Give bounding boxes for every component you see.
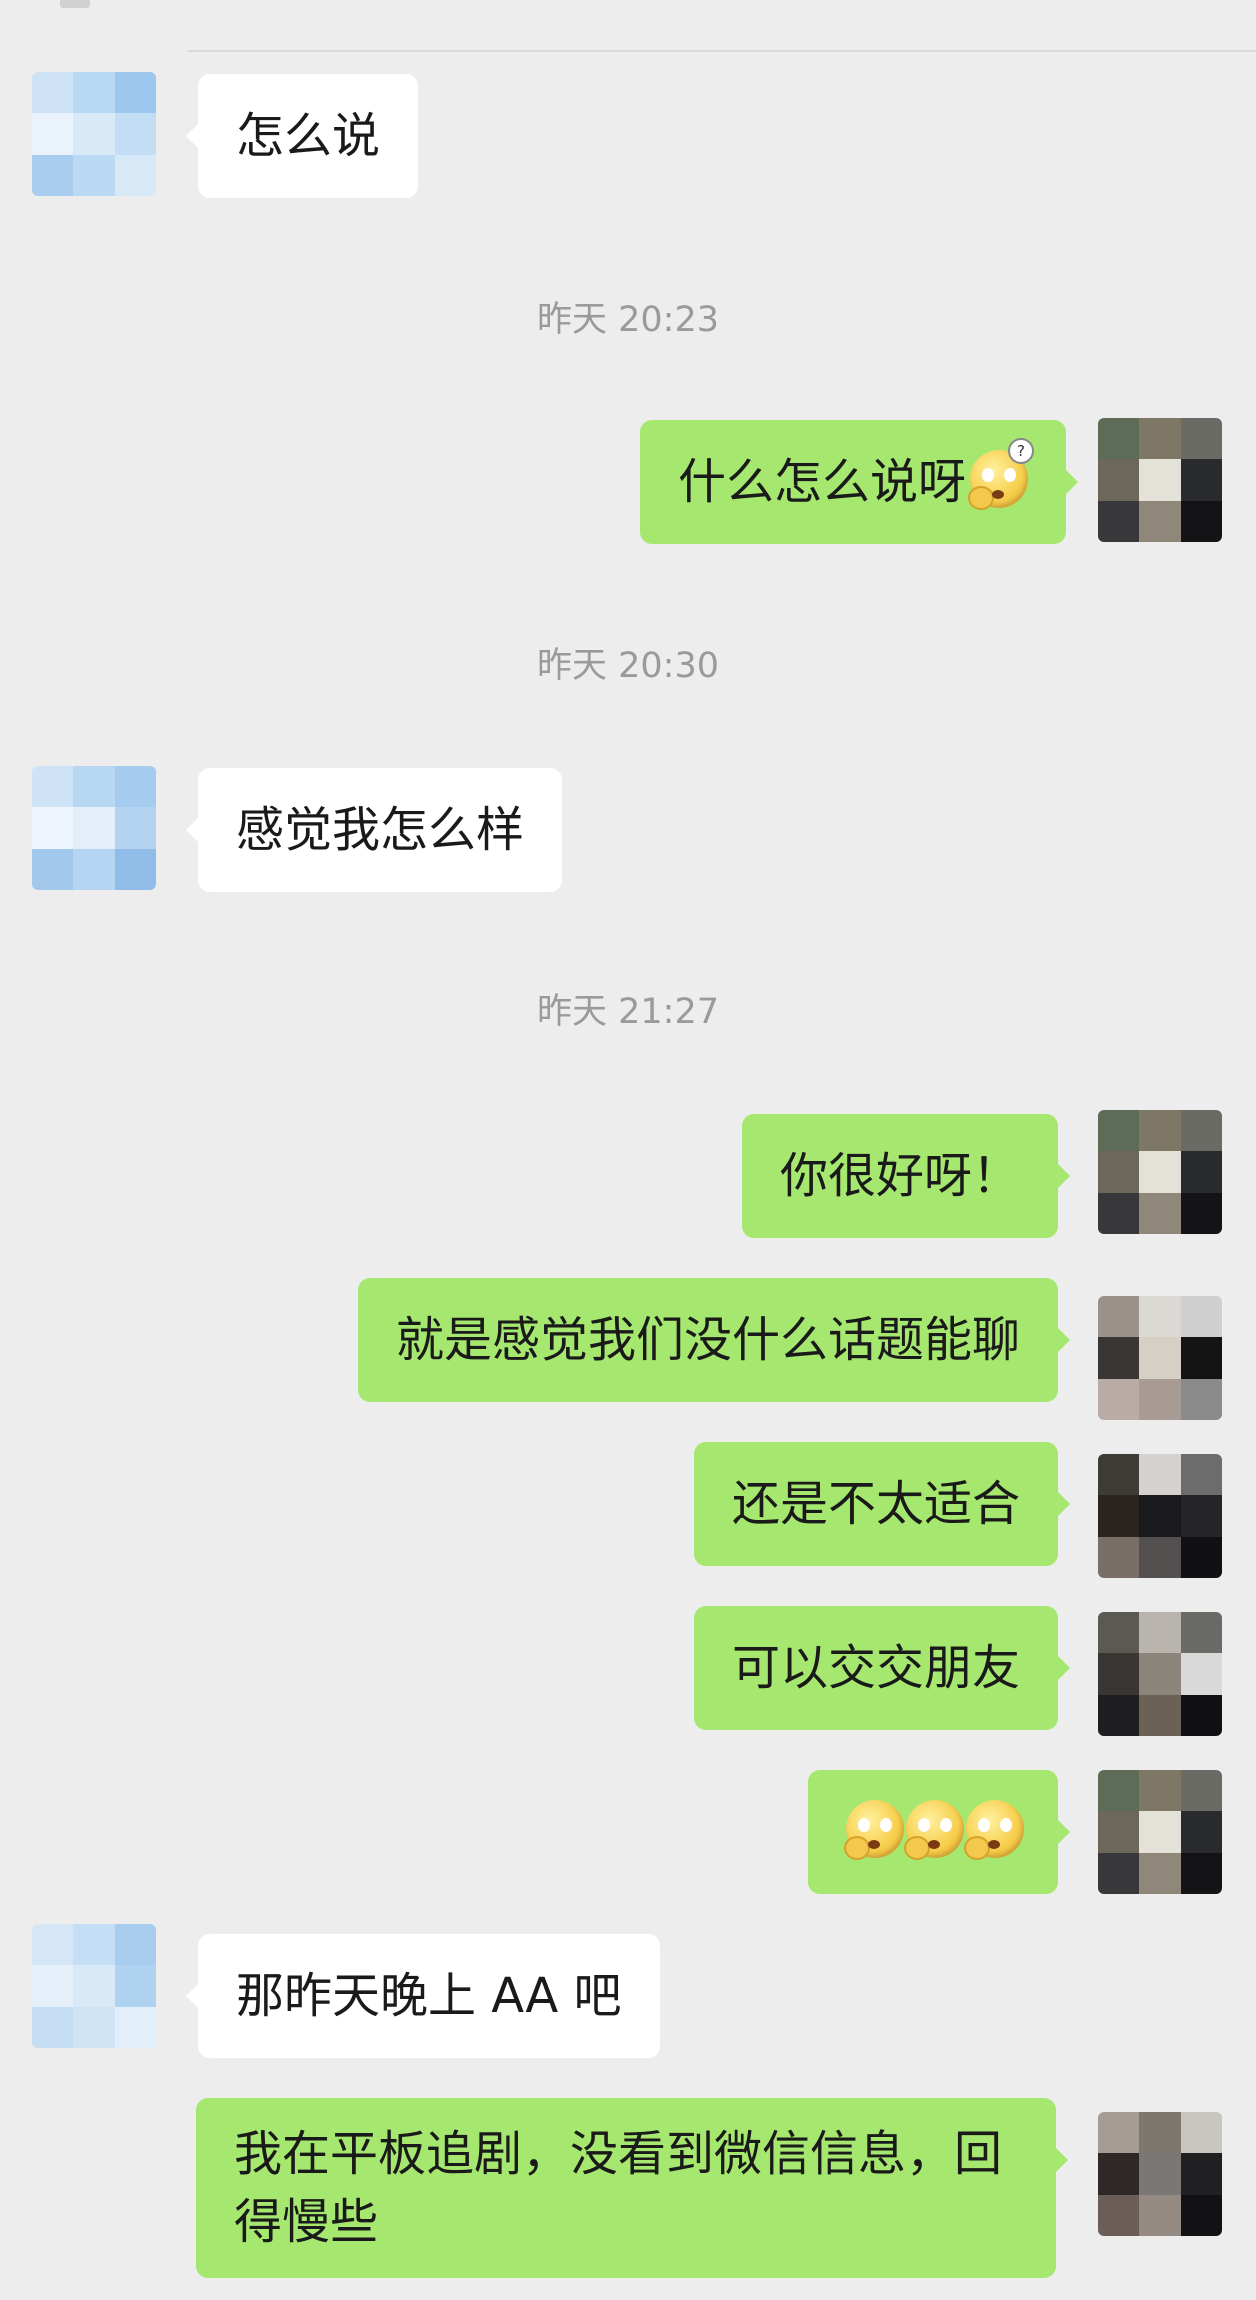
outgoing-message[interactable]: 还是不太适合	[693, 1442, 1071, 1566]
my-avatar[interactable]	[1098, 418, 1222, 542]
message-text: 你很好呀！	[779, 1148, 1020, 1204]
divider	[188, 50, 1256, 52]
outgoing-message[interactable]: 我在平板追剧，没看到微信信息，回得慢些	[196, 2098, 1068, 2278]
message-text: 感觉我怎么样	[236, 802, 525, 858]
message-text: 还是不太适合	[731, 1476, 1020, 1532]
outgoing-message[interactable]: 可以交交朋友	[693, 1606, 1071, 1730]
my-avatar[interactable]	[1098, 1612, 1222, 1736]
my-avatar[interactable]	[1098, 1770, 1222, 1894]
outgoing-message[interactable]: 什么怎么说呀?	[639, 420, 1079, 544]
my-avatar[interactable]	[1098, 1454, 1222, 1578]
message-text: 那昨天晚上 AA 吧	[236, 1968, 622, 2024]
timestamp: 昨天 21:27	[537, 992, 719, 1032]
message-text: 什么怎么说呀	[677, 454, 966, 510]
face-with-question-emoji: ?	[968, 438, 1034, 510]
message-text: 我在平板追剧，没看到微信信息，回得慢些	[234, 2126, 1003, 2250]
outgoing-message[interactable]: 就是感觉我们没什么话题能聊	[357, 1278, 1071, 1402]
incoming-message[interactable]: 感觉我怎么样	[185, 768, 563, 892]
incoming-message[interactable]: 怎么说	[185, 74, 419, 198]
timestamp: 昨天 20:23	[537, 300, 719, 340]
outgoing-message[interactable]: 你很好呀！	[741, 1114, 1071, 1238]
my-avatar[interactable]	[1098, 1110, 1222, 1234]
previous-message-edge	[60, 0, 90, 8]
message-text: 可以交交朋友	[731, 1640, 1020, 1696]
my-avatar[interactable]	[1098, 2112, 1222, 2236]
contact-avatar[interactable]	[32, 72, 156, 196]
message-text: 就是感觉我们没什么话题能聊	[395, 1312, 1020, 1368]
message-text: 怎么说	[236, 108, 381, 164]
contact-avatar[interactable]	[32, 766, 156, 890]
contact-avatar[interactable]	[32, 1924, 156, 2048]
surprised-face-emoji	[904, 1800, 964, 1860]
surprised-face-emoji	[964, 1800, 1024, 1860]
outgoing-message[interactable]	[808, 1770, 1070, 1894]
my-avatar[interactable]	[1098, 1296, 1222, 1420]
incoming-message[interactable]: 那昨天晚上 AA 吧	[186, 1934, 660, 2058]
surprised-face-emoji	[844, 1800, 904, 1860]
timestamp: 昨天 20:30	[537, 646, 719, 686]
